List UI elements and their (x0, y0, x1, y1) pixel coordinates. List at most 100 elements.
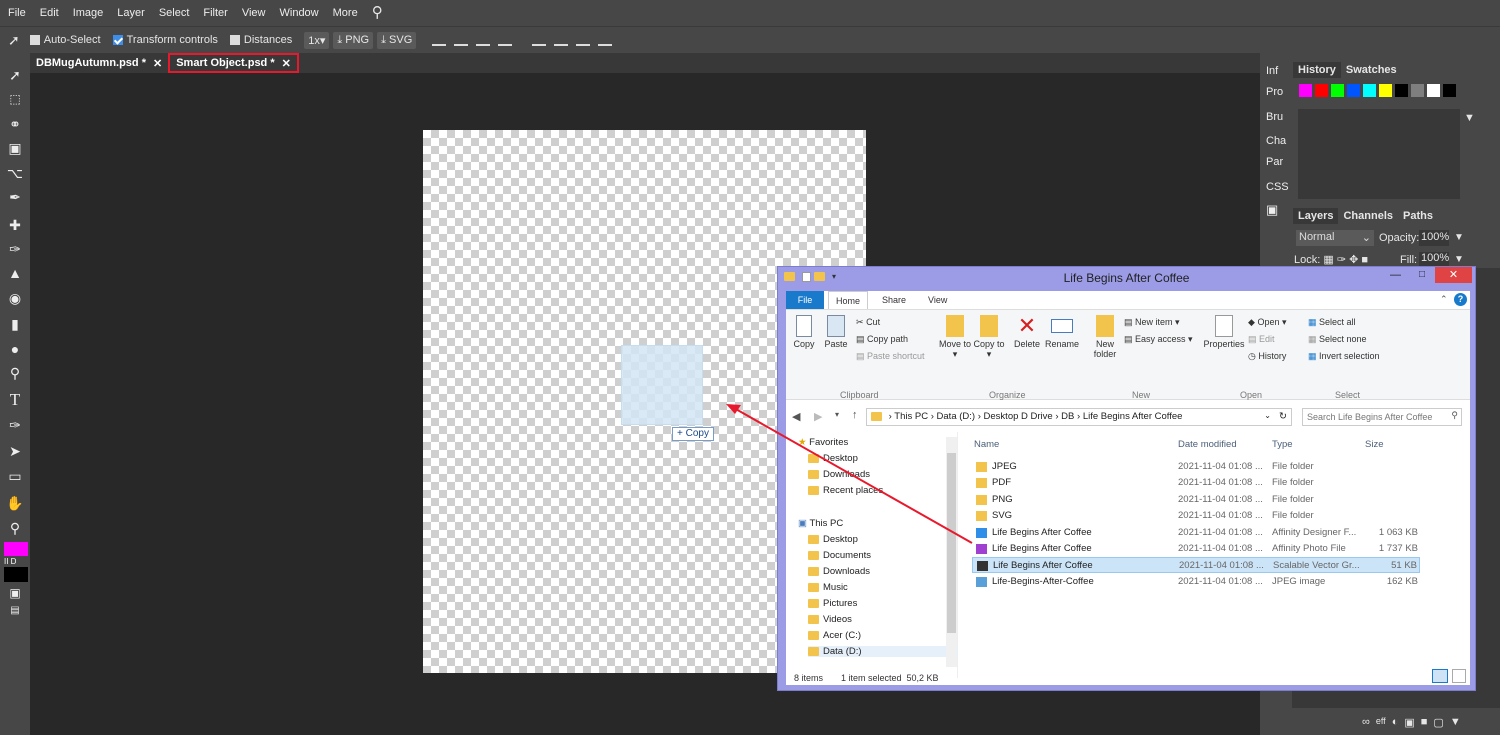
ribbon-tab-file[interactable]: File (786, 291, 824, 309)
tab-dbmugautumn[interactable]: DBMugAutumn.psd * ✕ (30, 53, 168, 73)
nav-item[interactable]: Downloads (808, 566, 870, 577)
hand-tool-icon[interactable]: ✋ (6, 494, 24, 512)
align-left-icon[interactable] (432, 34, 447, 46)
close-icon[interactable]: ✕ (282, 57, 291, 70)
easy-access-button[interactable]: ▤ Easy access ▾ (1124, 334, 1193, 345)
align-top-icon[interactable] (498, 34, 513, 46)
folder-icon[interactable]: ■ (1421, 716, 1428, 729)
nav-item[interactable]: Recent places (808, 485, 883, 496)
cut-button[interactable]: ✂ Cut (856, 317, 880, 328)
panel-properties-tab[interactable]: Pro (1266, 86, 1288, 98)
zoom-dropdown[interactable]: 1x▾ (304, 31, 330, 49)
column-type[interactable]: Type (1272, 439, 1293, 450)
swatch-color[interactable] (1299, 84, 1312, 97)
adjustment-icon[interactable]: ◐ (1392, 716, 1399, 729)
invert-selection-button[interactable]: ▦ Invert selection (1308, 351, 1380, 362)
recent-locations-icon[interactable]: ▾ (835, 410, 839, 419)
nav-item[interactable]: ▣ This PC (798, 518, 843, 529)
menu-edit[interactable]: Edit (40, 7, 59, 19)
pen-tool-icon[interactable]: ✑ (6, 416, 24, 434)
file-row[interactable]: PNG 2021-11-04 01:08 ... File folder (972, 492, 1420, 508)
chevron-up-icon[interactable]: ⌃ (1440, 294, 1448, 305)
new-layer-icon[interactable]: ▢ (1433, 716, 1443, 729)
new-item-button[interactable]: ▤ New item ▾ (1124, 317, 1180, 328)
up-button[interactable]: ↑ (852, 409, 858, 421)
swatch-color[interactable] (1331, 84, 1344, 97)
trash-icon[interactable]: ▼ (1450, 716, 1461, 729)
forward-button[interactable]: ▶ (814, 410, 822, 423)
nav-item[interactable]: Acer (C:) (808, 630, 861, 641)
file-row[interactable]: SVG 2021-11-04 01:08 ... File folder (972, 508, 1420, 524)
fill-field[interactable]: 100% (1419, 252, 1449, 266)
tab-history[interactable]: History (1293, 62, 1341, 78)
close-button[interactable]: ✕ (1435, 267, 1472, 283)
swatch-color[interactable] (1379, 84, 1392, 97)
chevron-down-icon[interactable]: ▼ (1464, 112, 1475, 124)
mask-icon[interactable]: ▣ (1404, 716, 1414, 729)
file-row[interactable]: Life Begins After Coffee 2021-11-04 01:08… (972, 525, 1420, 541)
copy-path-button[interactable]: ▤ Copy path (856, 334, 908, 345)
tab-layers[interactable]: Layers (1293, 208, 1339, 224)
nav-item[interactable]: Videos (808, 614, 852, 625)
foreground-color-swatch[interactable] (4, 542, 28, 556)
column-date[interactable]: Date modified (1178, 439, 1237, 450)
file-row[interactable]: JPEG 2021-11-04 01:08 ... File folder (972, 459, 1420, 475)
breadcrumb-current-folder[interactable]: Life Begins After Coffee (1083, 411, 1183, 422)
breadcrumb-data-d[interactable]: Data (D:) (937, 411, 976, 422)
tab-paths[interactable]: Paths (1398, 208, 1438, 224)
ribbon-tab-view[interactable]: View (928, 291, 947, 309)
help-icon[interactable]: ? (1454, 293, 1467, 306)
nav-item[interactable]: Desktop (808, 453, 858, 464)
menu-layer[interactable]: Layer (117, 7, 145, 19)
search-icon[interactable]: ⚲ (372, 3, 383, 21)
new-folder-button[interactable]: New folder (1090, 315, 1120, 359)
details-view-icon[interactable] (1432, 669, 1448, 683)
distances-checkbox[interactable]: Distances (229, 34, 292, 46)
lock-move-icon[interactable]: ✥ (1349, 254, 1358, 266)
dodge-tool-icon[interactable]: ⚲ (6, 364, 24, 382)
blend-mode-select[interactable]: Normal ⌄ (1296, 230, 1374, 246)
tab-channels[interactable]: Channels (1338, 208, 1398, 224)
swatch-color[interactable] (1411, 84, 1424, 97)
brush-tool-icon[interactable]: ✑ (6, 240, 24, 258)
move-tool-icon[interactable]: ➚ (6, 66, 24, 84)
distribute-top-icon[interactable] (532, 34, 547, 46)
large-icons-view-icon[interactable] (1452, 669, 1466, 683)
refresh-icon[interactable]: ↻ (1279, 411, 1287, 422)
close-icon[interactable]: ✕ (153, 57, 162, 70)
link-icon[interactable]: ∞ (1362, 716, 1370, 729)
paste-shortcut-button[interactable]: ▤ Paste shortcut (856, 351, 925, 362)
distribute-horizontal-icon[interactable] (598, 34, 613, 46)
auto-select-checkbox[interactable]: Auto-Select (29, 34, 101, 46)
nav-item[interactable]: Downloads (808, 469, 870, 480)
delete-button[interactable]: ✕ Delete (1010, 315, 1044, 350)
file-row[interactable]: PDF 2021-11-04 01:08 ... File folder (972, 475, 1420, 491)
maximize-button[interactable]: □ (1419, 269, 1425, 280)
gradient-tool-icon[interactable]: ▮ (6, 315, 24, 333)
blur-tool-icon[interactable]: ● (6, 340, 24, 358)
nav-item[interactable]: Music (808, 582, 848, 593)
swatch-color[interactable] (1347, 84, 1360, 97)
column-name[interactable]: Name (974, 439, 999, 450)
rename-button[interactable]: Rename (1044, 315, 1080, 349)
align-center-icon[interactable] (454, 34, 469, 46)
address-bar[interactable]: › This PC › Data (D:) › Desktop D Drive … (866, 408, 1292, 426)
swatch-color[interactable] (1395, 84, 1408, 97)
rectangle-tool-icon[interactable]: ▭ (6, 467, 24, 485)
nav-item[interactable]: Desktop (808, 534, 858, 545)
distribute-bottom-icon[interactable] (576, 34, 591, 46)
panel-paragraph-tab[interactable]: Par (1266, 156, 1288, 168)
history-button[interactable]: ◷ History (1248, 351, 1286, 362)
minimize-button[interactable]: — (1390, 269, 1401, 281)
lasso-tool-icon[interactable]: ⚭ (6, 115, 24, 133)
menu-more[interactable]: More (333, 7, 358, 19)
file-row[interactable]: Life Begins After Coffee 2021-11-04 01:08… (972, 541, 1420, 557)
select-none-button[interactable]: ▦ Select none (1308, 334, 1367, 345)
panel-css-tab[interactable]: CSS (1266, 181, 1289, 193)
lock-paint-icon[interactable]: ✑ (1337, 254, 1346, 266)
export-png-button[interactable]: ⤓ PNG (333, 31, 374, 49)
breadcrumb-db[interactable]: DB (1061, 411, 1074, 422)
paste-button[interactable]: Paste (822, 315, 850, 349)
ribbon-tab-home[interactable]: Home (828, 291, 868, 309)
lock-transparency-icon[interactable]: ▦ (1323, 254, 1333, 266)
